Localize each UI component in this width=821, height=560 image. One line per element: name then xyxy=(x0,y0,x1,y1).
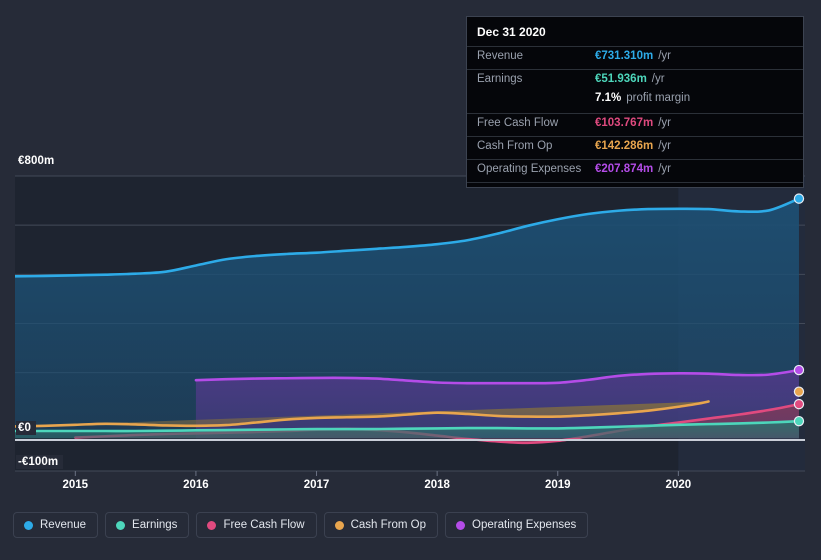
tooltip-row-value: €731.310m xyxy=(595,50,654,62)
x-axis-label-2017: 2017 xyxy=(303,479,330,491)
tooltip-row-unit: profit margin xyxy=(626,92,691,104)
x-axis-label-2018: 2018 xyxy=(424,479,450,491)
tooltip-row-label: Operating Expenses xyxy=(477,163,582,175)
legend-item-label: Operating Expenses xyxy=(472,519,577,531)
legend-color-dot-icon xyxy=(456,520,466,530)
tooltip-row-value: €51.936m xyxy=(595,73,647,85)
tooltip-row: Revenue €731.310m/yr xyxy=(467,46,803,69)
endpoint-dot-earnings[interactable] xyxy=(793,415,805,427)
legend-color-dot-icon xyxy=(207,520,217,530)
legend-item-label: Revenue xyxy=(40,519,87,531)
tooltip-row: Cash From Op €142.286m/yr xyxy=(467,136,803,159)
tooltip-row-value: €207.874m xyxy=(595,163,654,175)
x-axis-label-2019: 2019 xyxy=(544,479,571,491)
legend-item-cash-from-op[interactable]: Cash From Op xyxy=(323,512,439,538)
legend-item-label: Free Cash Flow xyxy=(223,519,305,531)
tooltip-rows: Revenue €731.310m/yr Earnings €51.936m/yr 7.… xyxy=(467,46,803,182)
legend-item-earnings[interactable]: Earnings xyxy=(105,512,190,538)
legend-color-dot-icon xyxy=(116,520,126,530)
legend-color-dot-icon xyxy=(24,520,33,530)
endpoint-dot-free-cash-flow[interactable] xyxy=(793,398,805,410)
legend-item-label: Cash From Op xyxy=(350,519,427,531)
x-axis-label-2020: 2020 xyxy=(665,479,692,491)
endpoint-dot-operating-expenses[interactable] xyxy=(793,364,805,376)
tooltip-row-label: Earnings xyxy=(477,73,523,85)
tooltip-row-unit: /yr xyxy=(658,163,671,175)
tooltip-row-unit: /yr xyxy=(658,140,671,152)
tooltip-row-value: 7.1% xyxy=(595,92,622,104)
tooltip-row-unit: /yr xyxy=(658,50,671,62)
tooltip-title: Dec 31 2020 xyxy=(477,25,546,39)
legend-item-label: Earnings xyxy=(132,519,178,531)
legend-item-revenue[interactable]: Revenue xyxy=(13,512,99,538)
legend-color-dot-icon xyxy=(334,520,344,530)
tooltip-row-unit: /yr xyxy=(658,117,671,129)
x-axis-label-2016: 2016 xyxy=(183,479,209,491)
y-axis-label-bottom: -€100m xyxy=(16,455,64,469)
financial-performance-chart: €800m €0 -€100m 2015 2016 2017 2018 2019 2020… xyxy=(0,0,821,560)
tooltip-row-unit: /yr xyxy=(651,73,665,85)
endpoint-dot-revenue[interactable] xyxy=(793,193,805,204)
x-axis-label-2015: 2015 xyxy=(62,479,89,491)
legend-item-operating-expenses[interactable]: Operating Expenses xyxy=(445,512,589,538)
tooltip-row-value: €103.767m xyxy=(595,117,654,129)
endpoint-dot-cash-from-op[interactable] xyxy=(793,386,805,397)
y-axis-label-top: €800m xyxy=(16,154,60,168)
tooltip-row-value: €142.286m xyxy=(595,140,654,152)
y-axis-label-zero: €0 xyxy=(16,421,36,435)
data-tooltip: Dec 31 2020 Revenue €731.310m/yr Earnings €… xyxy=(466,16,804,188)
legend-item-free-cash-flow[interactable]: Free Cash Flow xyxy=(196,512,317,538)
tooltip-row: Free Cash Flow €103.767m/yr xyxy=(467,113,803,136)
tooltip-row-label: Cash From Op xyxy=(477,140,553,152)
tooltip-row-label: Revenue xyxy=(477,50,524,62)
tooltip-row: Operating Expenses €207.874m/yr xyxy=(467,159,803,182)
tooltip-footer-rule xyxy=(467,182,803,187)
tooltip-row: 7.1% profit margin xyxy=(467,92,803,113)
tooltip-row: Earnings €51.936m/yr xyxy=(467,69,803,92)
chart-legend[interactable]: Revenue Earnings Free Cash Flow Cash From O… xyxy=(13,512,589,538)
tooltip-row-label: Free Cash Flow xyxy=(477,117,559,129)
